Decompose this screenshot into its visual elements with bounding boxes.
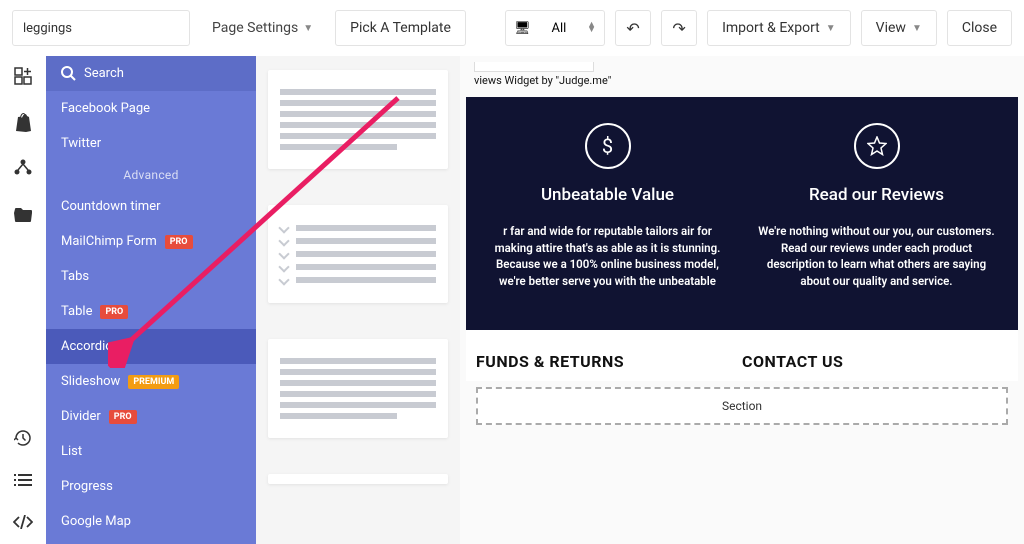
check-row xyxy=(280,263,436,271)
dollar-icon: $ xyxy=(585,123,631,169)
main: Search Facebook Page Twitter Advanced Co… xyxy=(0,56,1024,544)
sidebar-item-list[interactable]: List xyxy=(46,434,256,469)
placeholder-line xyxy=(280,122,436,128)
icon-rail xyxy=(0,56,46,544)
view-button[interactable]: View ▼ xyxy=(861,10,937,46)
placeholder-line xyxy=(280,391,436,397)
page-settings-button[interactable]: Page Settings ▼ xyxy=(200,10,325,46)
list-icon[interactable] xyxy=(13,470,33,490)
history-icon[interactable] xyxy=(13,428,33,448)
view-label: View xyxy=(876,20,906,36)
partial-box xyxy=(474,62,594,72)
sidebar-item-google-map[interactable]: Google Map xyxy=(46,504,256,539)
search-icon xyxy=(61,66,76,81)
placeholder-line xyxy=(280,413,397,419)
undo-icon: ↶ xyxy=(626,19,639,38)
close-button[interactable]: Close xyxy=(947,10,1012,46)
sidebar-item-countdown[interactable]: Countdown timer xyxy=(46,189,256,224)
hero-title-2: Read our Reviews xyxy=(753,185,1000,205)
hero-title-1: Unbeatable Value xyxy=(484,185,731,205)
undo-button[interactable]: ↶ xyxy=(615,10,651,46)
check-row xyxy=(280,276,436,284)
sidebar-item-facebook[interactable]: Facebook Page xyxy=(46,91,256,126)
topbar: Page Settings▼ Pick A Template 🖥 All ▲▼ … xyxy=(0,0,1024,56)
sidebar-item-custom-html[interactable]: Custom HTML PRO xyxy=(46,539,256,544)
placeholder-line xyxy=(280,89,436,95)
slideshow-label: Slideshow xyxy=(61,374,120,389)
hero-section[interactable]: $ Unbeatable Value r far and wide for re… xyxy=(466,97,1018,330)
check-row xyxy=(280,237,436,245)
rail-bottom xyxy=(13,428,33,544)
pro-badge: PRO xyxy=(100,305,128,319)
page-title-input[interactable] xyxy=(12,10,190,46)
preview-card-partial[interactable] xyxy=(268,474,448,484)
updown-icon: ▲▼ xyxy=(587,23,596,34)
pro-badge: PRO xyxy=(165,235,193,249)
redo-icon: ↷ xyxy=(672,19,685,38)
device-label: All xyxy=(551,21,566,36)
preview-card-checklist[interactable] xyxy=(268,205,448,303)
page-settings-label: Page Settings xyxy=(212,20,298,36)
sidebar-item-twitter[interactable]: Twitter xyxy=(46,126,256,161)
placeholder-line xyxy=(280,380,436,386)
mailchimp-label: MailChimp Form xyxy=(61,234,157,249)
sidebar-item-accordion[interactable]: Accordion xyxy=(46,329,256,364)
preview-column xyxy=(256,56,460,544)
caret-down-icon: ▼ xyxy=(303,23,313,34)
desktop-icon: 🖥 xyxy=(514,21,531,36)
pro-badge: PRO xyxy=(109,410,137,424)
section-heading-refunds: FUNDS & RETURNS xyxy=(476,352,742,371)
premium-badge: PREMIUM xyxy=(128,375,179,389)
sidebar-item-mailchimp[interactable]: MailChimp Form PRO xyxy=(46,224,256,259)
placeholder-line xyxy=(280,402,436,408)
sidebar-item-table[interactable]: Table PRO xyxy=(46,294,256,329)
device-selector[interactable]: 🖥 All ▲▼ xyxy=(505,10,605,46)
preview-card-lines-2[interactable] xyxy=(268,339,448,438)
placeholder-line xyxy=(280,144,397,150)
section-heading-contact: CONTACT US xyxy=(742,352,1008,371)
sidebar-item-divider[interactable]: Divider PRO xyxy=(46,399,256,434)
placeholder-line xyxy=(280,133,436,139)
sidebar-item-slideshow[interactable]: Slideshow PREMIUM xyxy=(46,364,256,399)
code-icon[interactable] xyxy=(13,512,33,532)
share-icon[interactable] xyxy=(13,158,33,178)
table-label: Table xyxy=(61,304,92,319)
redo-button[interactable]: ↷ xyxy=(661,10,697,46)
sections-row: FUNDS & RETURNS CONTACT US xyxy=(466,330,1018,381)
placeholder-line xyxy=(280,111,436,117)
pick-template-button[interactable]: Pick A Template xyxy=(335,10,466,46)
hero-text-2: We're nothing without our you, our custo… xyxy=(753,223,1000,290)
import-export-button[interactable]: Import & Export ▼ xyxy=(707,10,851,46)
component-sidebar: Search Facebook Page Twitter Advanced Co… xyxy=(46,56,256,544)
placeholder-line xyxy=(280,100,436,106)
search-label: Search xyxy=(84,66,124,81)
canvas[interactable]: views Widget by "Judge.me" $ Unbeatable … xyxy=(460,56,1024,544)
placeholder-line xyxy=(280,369,436,375)
import-export-label: Import & Export xyxy=(722,20,820,36)
hero-col-value: $ Unbeatable Value r far and wide for re… xyxy=(478,123,737,290)
sidebar-section-advanced: Advanced xyxy=(46,161,256,189)
hero-col-reviews: Read our Reviews We're nothing without o… xyxy=(747,123,1006,290)
check-row xyxy=(280,250,436,258)
caret-down-icon: ▼ xyxy=(912,23,922,34)
review-widget-label: views Widget by "Judge.me" xyxy=(466,72,1018,97)
star-icon xyxy=(854,123,900,169)
placeholder-line xyxy=(280,358,436,364)
sidebar-item-progress[interactable]: Progress xyxy=(46,469,256,504)
divider-label: Divider xyxy=(61,409,101,424)
preview-card-lines[interactable] xyxy=(268,70,448,169)
shopify-icon[interactable] xyxy=(13,112,33,132)
caret-down-icon: ▼ xyxy=(826,23,836,34)
check-row xyxy=(280,224,436,232)
hero-text-1: r far and wide for reputable tailors air… xyxy=(484,223,731,290)
add-section-icon[interactable] xyxy=(13,66,33,86)
sidebar-search[interactable]: Search xyxy=(46,56,256,91)
sidebar-item-tabs[interactable]: Tabs xyxy=(46,259,256,294)
section-placeholder[interactable]: Section xyxy=(476,387,1008,425)
folder-icon[interactable] xyxy=(13,204,33,224)
